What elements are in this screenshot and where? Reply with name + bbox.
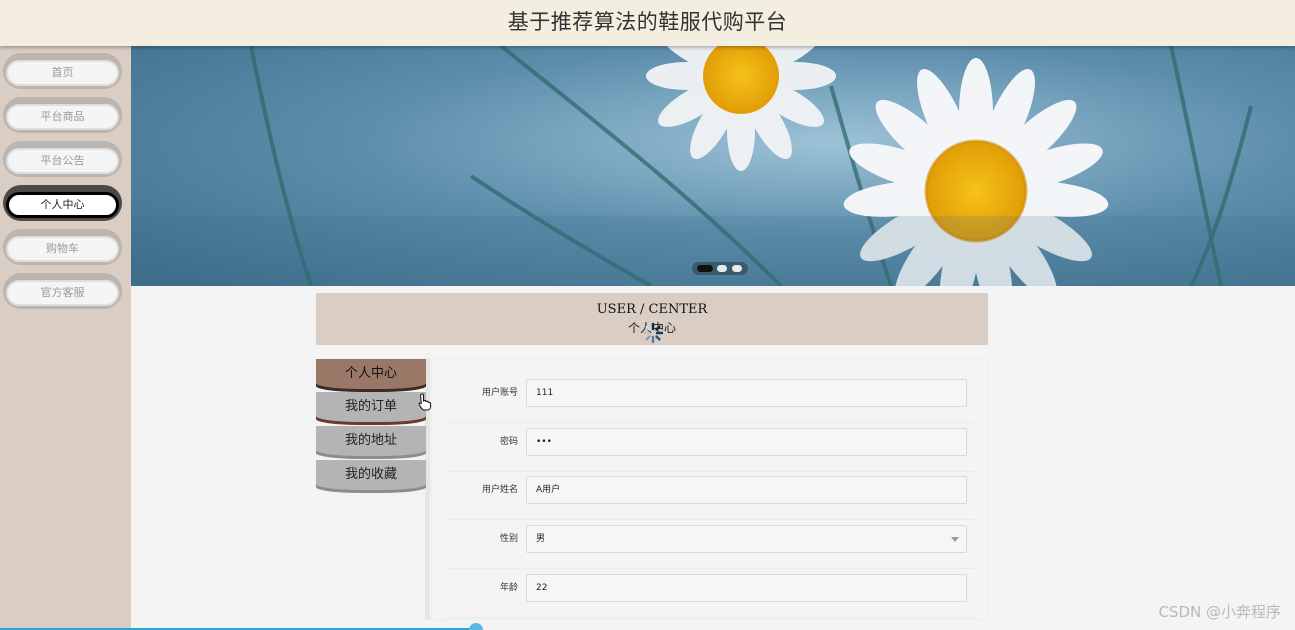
sidebar-item-label: 平台商品 bbox=[6, 104, 119, 130]
sidebar-item-label: 购物车 bbox=[6, 236, 119, 262]
sidebar-item-label: 首页 bbox=[6, 60, 119, 86]
progress-knob bbox=[469, 623, 483, 630]
sidebar-item-cart[interactable]: 购物车 bbox=[3, 229, 122, 265]
loading-spinner-icon bbox=[642, 322, 664, 344]
page-header: 基于推荐算法的鞋服代购平台 bbox=[0, 0, 1295, 46]
gender-select[interactable]: 男 bbox=[526, 525, 967, 553]
carousel-dot-2[interactable] bbox=[717, 265, 727, 272]
hand-cursor-icon bbox=[418, 393, 432, 411]
account-label: 用户账号 bbox=[481, 388, 518, 398]
gender-label: 性别 bbox=[499, 534, 518, 544]
form-row-gender: 性别 男 bbox=[445, 525, 975, 569]
form-row-account: 用户账号 111 bbox=[445, 379, 975, 423]
sidebar-item-announcements[interactable]: 平台公告 bbox=[3, 141, 122, 177]
form-row-age: 年龄 22 bbox=[445, 574, 975, 618]
menu-item-address[interactable]: 我的地址 bbox=[316, 426, 426, 456]
sidebar-item-label: 个人中心 bbox=[6, 192, 119, 218]
sidebar: 首页 平台商品 平台公告 个人中心 购物车 官方客服 bbox=[0, 46, 131, 630]
age-label: 年龄 bbox=[499, 583, 518, 593]
password-label: 密码 bbox=[499, 437, 518, 447]
menu-item-orders[interactable]: 我的订单 bbox=[316, 392, 426, 422]
sidebar-item-user-center[interactable]: 个人中心 bbox=[3, 185, 122, 221]
user-center-title-en: USER / CENTER bbox=[596, 302, 708, 317]
gender-select-value: 男 bbox=[536, 534, 546, 544]
form-row-name: 用户姓名 A用户 bbox=[445, 476, 975, 520]
banner-carousel[interactable] bbox=[131, 46, 1295, 286]
sidebar-item-home[interactable]: 首页 bbox=[3, 53, 122, 89]
menu-item-user-center[interactable]: 个人中心 bbox=[316, 359, 426, 389]
age-field[interactable]: 22 bbox=[526, 574, 967, 602]
password-field[interactable]: ••• bbox=[526, 428, 967, 456]
name-label: 用户姓名 bbox=[481, 485, 518, 495]
carousel-dot-3[interactable] bbox=[732, 265, 742, 272]
sidebar-item-label: 平台公告 bbox=[6, 148, 119, 174]
account-field[interactable]: 111 bbox=[526, 379, 967, 407]
sidebar-item-products[interactable]: 平台商品 bbox=[3, 97, 122, 133]
sidebar-item-label: 官方客服 bbox=[6, 280, 119, 306]
form-row-password: 密码 ••• bbox=[445, 428, 975, 472]
sidebar-item-customer-service[interactable]: 官方客服 bbox=[3, 273, 122, 309]
carousel-indicators bbox=[692, 262, 748, 275]
menu-item-favorites[interactable]: 我的收藏 bbox=[316, 460, 426, 490]
watermark: CSDN @小奔程序 bbox=[1158, 603, 1281, 621]
name-field[interactable]: A用户 bbox=[526, 476, 967, 504]
page-title: 基于推荐算法的鞋服代购平台 bbox=[507, 10, 788, 34]
carousel-dot-1[interactable] bbox=[697, 265, 713, 272]
chevron-down-icon bbox=[951, 537, 959, 542]
daisy-banner-image bbox=[131, 46, 1295, 286]
